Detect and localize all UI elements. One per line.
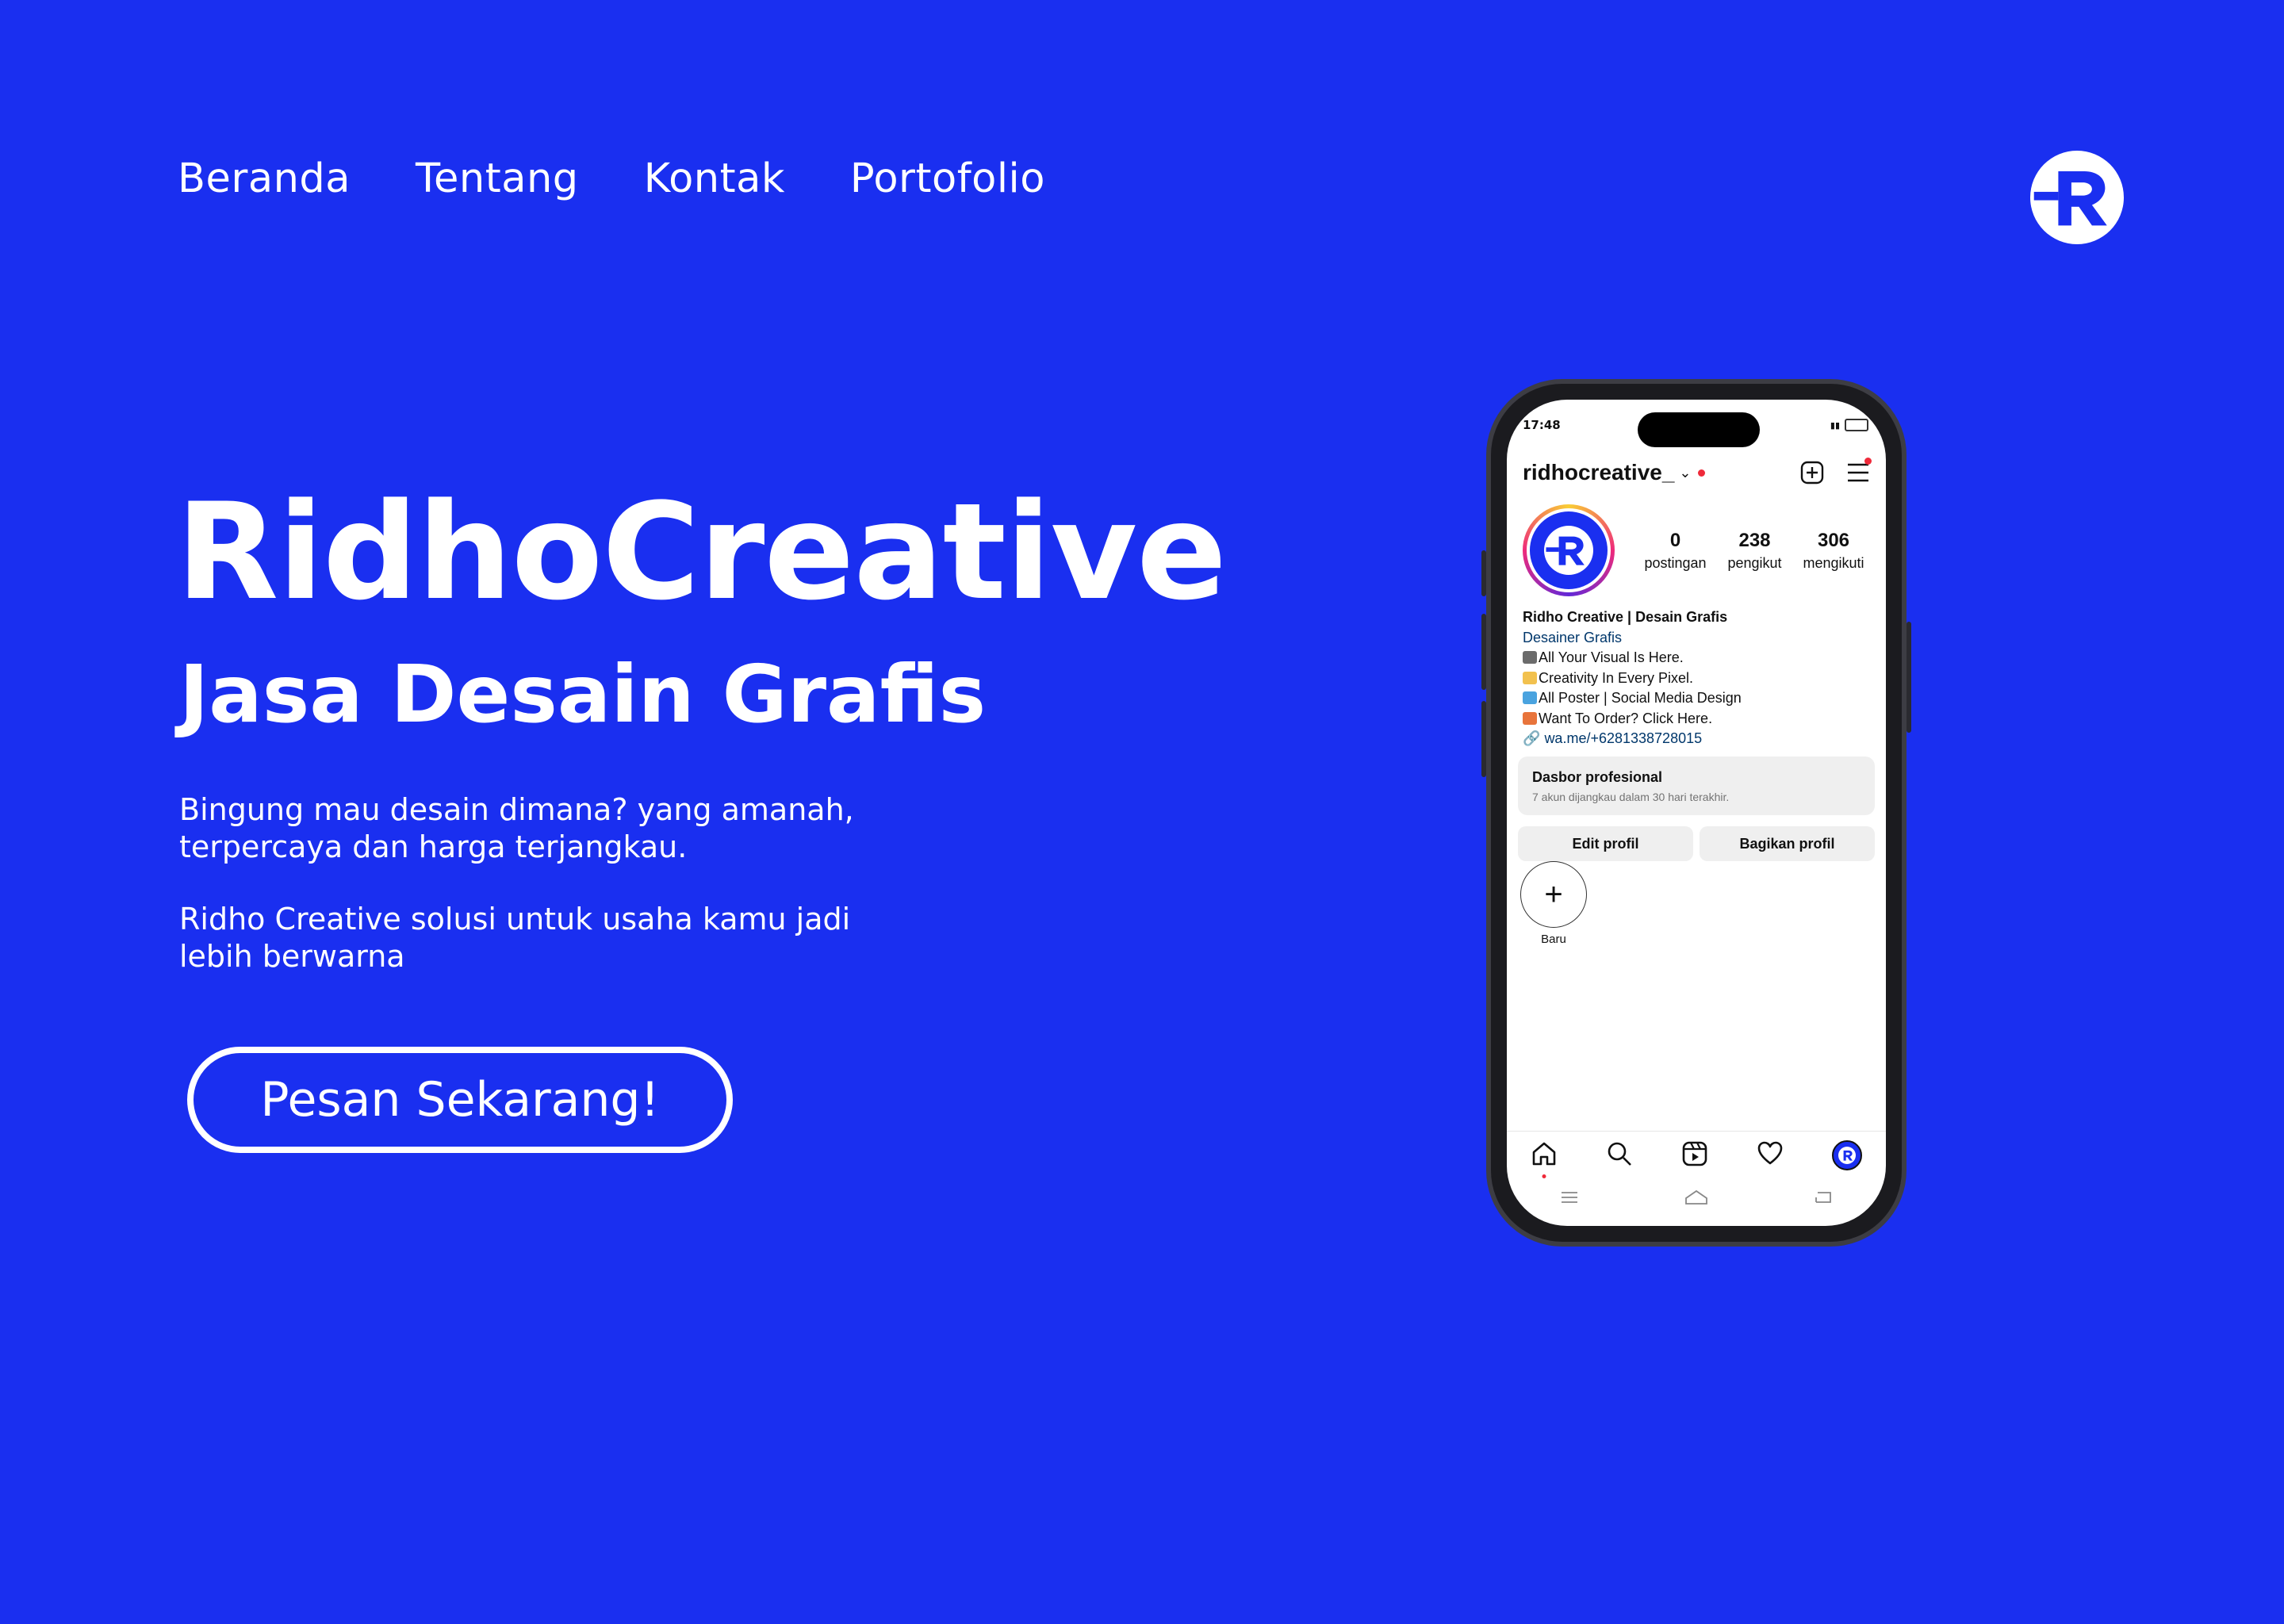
bottom-tab-bar bbox=[1507, 1131, 1886, 1179]
stat-posts[interactable]: 0 postingan bbox=[1644, 530, 1706, 572]
recents-icon[interactable] bbox=[1559, 1189, 1580, 1208]
instagram-header: ridhocreative_ ⌄ bbox=[1523, 457, 1872, 488]
bio-line: All Your Visual Is Here. bbox=[1523, 648, 1870, 668]
profile-category[interactable]: Desainer Grafis bbox=[1523, 628, 1870, 649]
desc1-line2: terpercaya dan harga terjangkau. bbox=[179, 829, 688, 864]
battery-icon bbox=[1845, 419, 1868, 431]
new-highlight-label: Baru bbox=[1541, 933, 1566, 946]
nav-link-kontak[interactable]: Kontak bbox=[644, 155, 785, 202]
profile-action-buttons: Edit profil Bagikan profil bbox=[1518, 826, 1875, 861]
chevron-down-icon[interactable]: ⌄ bbox=[1679, 465, 1691, 481]
system-nav-bar bbox=[1507, 1182, 1886, 1216]
nav-link-portofolio[interactable]: Portofolio bbox=[850, 155, 1045, 202]
dashboard-title: Dasbor profesional bbox=[1532, 769, 1663, 785]
phone-side-button bbox=[1481, 614, 1486, 690]
phone-side-button bbox=[1481, 550, 1486, 596]
r-logo-icon bbox=[1838, 1147, 1856, 1164]
phone-mockup: 17:48 ▮▮ ridhocreative_ ⌄ 0 postingan 23… bbox=[1481, 379, 1911, 1247]
bio-line: Creativity In Every Pixel. bbox=[1523, 668, 1870, 689]
stat-label: mengikuti bbox=[1803, 554, 1864, 571]
system-home-icon[interactable] bbox=[1684, 1189, 1709, 1209]
plus-icon: + bbox=[1520, 861, 1587, 928]
stat-value: 238 bbox=[1738, 529, 1771, 551]
nav-link-tentang[interactable]: Tentang bbox=[416, 155, 579, 202]
reels-icon[interactable] bbox=[1681, 1140, 1708, 1170]
order-now-button[interactable]: Pesan Sekarang! bbox=[187, 1047, 733, 1153]
menu-icon[interactable] bbox=[1846, 458, 1872, 483]
profile-tab-avatar[interactable] bbox=[1831, 1140, 1862, 1170]
stat-followers[interactable]: 238 pengikut bbox=[1727, 530, 1781, 572]
profile-name: Ridho Creative | Desain Grafis bbox=[1523, 609, 1728, 625]
phone-side-button bbox=[1907, 622, 1911, 733]
add-post-icon[interactable] bbox=[1800, 461, 1824, 485]
status-icons: ▮▮ bbox=[1830, 419, 1868, 431]
memo-icon bbox=[1523, 671, 1537, 684]
stat-label: pengikut bbox=[1727, 554, 1782, 571]
profile-avatar[interactable] bbox=[1523, 504, 1615, 596]
camera-icon bbox=[1523, 651, 1537, 664]
edit-profile-button[interactable]: Edit profil bbox=[1518, 826, 1693, 861]
hero-description-1: Bingung mau desain dimana? yang amanah, … bbox=[179, 791, 893, 866]
status-bar: 17:48 ▮▮ bbox=[1523, 414, 1868, 436]
phone-screen: 17:48 ▮▮ ridhocreative_ ⌄ 0 postingan 23… bbox=[1507, 400, 1886, 1226]
share-profile-button[interactable]: Bagikan profil bbox=[1700, 826, 1875, 861]
profile-username[interactable]: ridhocreative_ bbox=[1523, 460, 1674, 485]
hero-description-2: Ridho Creative solusi untuk usaha kamu j… bbox=[179, 901, 893, 975]
r-logo-icon bbox=[1544, 526, 1593, 575]
professional-dashboard[interactable]: Dasbor profesional 7 akun dijangkau dala… bbox=[1518, 756, 1875, 815]
r-logo-icon[interactable] bbox=[2030, 151, 2124, 244]
top-nav: Beranda Tentang Kontak Portofolio bbox=[178, 155, 1045, 202]
desc1-line1: Bingung mau desain dimana? yang amanah, bbox=[179, 792, 854, 827]
hero-title: RidhoCreative bbox=[176, 474, 1227, 630]
search-icon[interactable] bbox=[1606, 1140, 1633, 1170]
hero-subtitle: Jasa Desain Grafis bbox=[179, 648, 987, 741]
cart-icon bbox=[1523, 711, 1537, 725]
profile-bio: Ridho Creative | Desain Grafis Desainer … bbox=[1523, 607, 1870, 749]
profile-summary: 0 postingan 238 pengikut 306 mengikuti bbox=[1523, 503, 1875, 598]
bio-line: All Poster | Social Media Design bbox=[1523, 688, 1870, 709]
profile-link[interactable]: 🔗 wa.me/+6281338728015 bbox=[1523, 729, 1870, 749]
stat-label: postingan bbox=[1644, 554, 1707, 571]
notification-dot bbox=[1697, 469, 1705, 477]
bio-line: Want To Order? Click Here. bbox=[1523, 709, 1870, 730]
desc2-line1: Ridho Creative solusi untuk usaha kamu j… bbox=[179, 902, 851, 936]
heart-icon[interactable] bbox=[1757, 1140, 1784, 1170]
picture-icon bbox=[1523, 691, 1537, 704]
dashboard-subtitle: 7 akun dijangkau dalam 30 hari terakhir. bbox=[1532, 791, 1730, 803]
stat-following[interactable]: 306 mengikuti bbox=[1803, 530, 1864, 572]
signal-icon: ▮▮ bbox=[1830, 419, 1840, 431]
status-time: 17:48 bbox=[1523, 418, 1561, 432]
back-icon[interactable] bbox=[1813, 1189, 1834, 1208]
new-highlight[interactable]: + Baru bbox=[1518, 861, 1589, 946]
home-icon[interactable] bbox=[1531, 1140, 1558, 1178]
desc2-line2: lebih berwarna bbox=[179, 939, 405, 974]
phone-side-button bbox=[1481, 701, 1486, 777]
stat-value: 306 bbox=[1817, 529, 1850, 551]
profile-stats: 0 postingan 238 pengikut 306 mengikuti bbox=[1634, 530, 1875, 572]
stat-value: 0 bbox=[1669, 529, 1681, 551]
link-icon: 🔗 bbox=[1523, 730, 1541, 746]
nav-link-beranda[interactable]: Beranda bbox=[178, 155, 351, 202]
